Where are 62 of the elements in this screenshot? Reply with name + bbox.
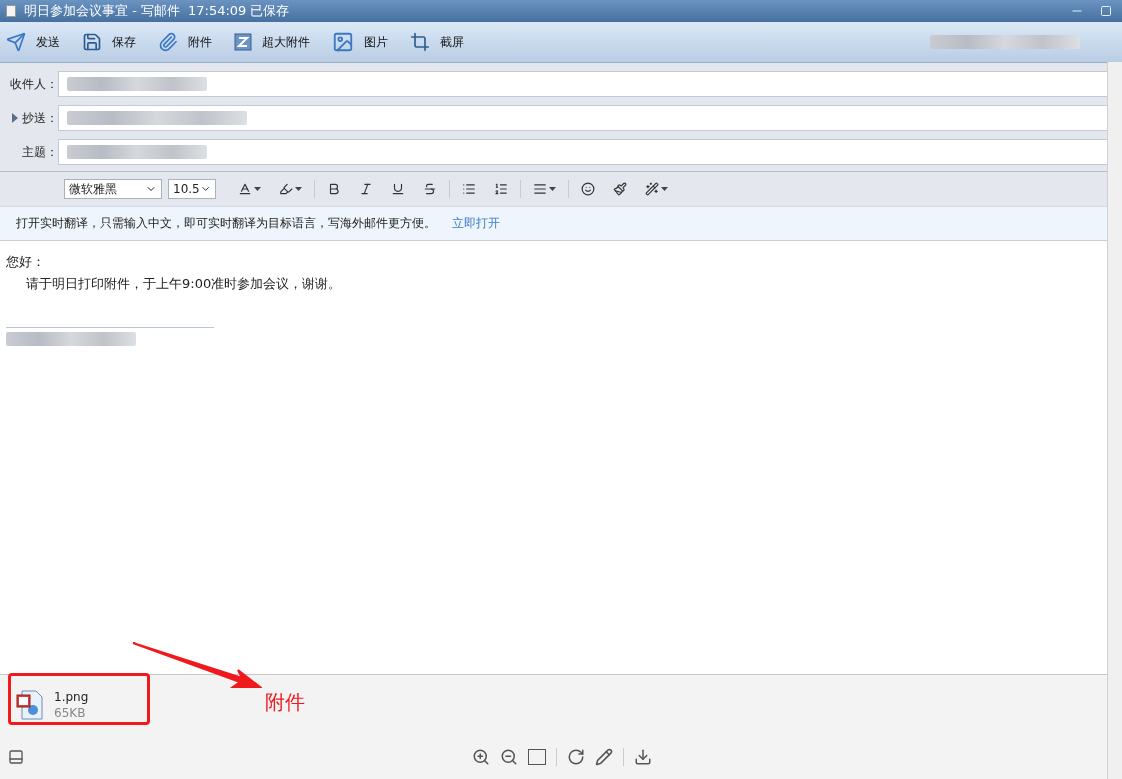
z-square-icon [234, 33, 252, 51]
toolbar-button[interactable]: 保存 [82, 32, 136, 52]
caret-icon [549, 187, 556, 191]
download-button[interactable] [634, 748, 652, 766]
window-title: 明日参加会议事宜 - 写邮件 [24, 2, 180, 20]
underline-icon [391, 182, 405, 196]
bold-icon [327, 182, 341, 196]
highlighter-icon [279, 182, 293, 196]
picture-icon [332, 31, 354, 53]
toolbar-button[interactable]: 截屏 [410, 32, 464, 52]
toolbar-button[interactable]: 附件 [158, 32, 212, 52]
brush-icon [613, 182, 627, 196]
magic-wand-icon [645, 182, 659, 196]
italic-icon [359, 182, 373, 196]
panel-icon[interactable] [8, 749, 24, 765]
rotate-icon [567, 748, 585, 766]
file-size: 65KB [54, 706, 87, 720]
paperclip-icon [158, 32, 178, 52]
rotate-button[interactable] [567, 748, 585, 766]
expand-triangle-icon[interactable] [12, 113, 18, 123]
zoom-out-icon [500, 748, 518, 766]
field-label: 收件人： [10, 75, 58, 93]
align-icon [533, 182, 547, 196]
paper-plane-icon [6, 32, 26, 52]
size-select[interactable]: 10.5 [168, 179, 216, 199]
text-color-icon [238, 182, 252, 196]
strikethrough-icon [423, 182, 437, 196]
image-file-icon [14, 689, 46, 721]
scrollbar[interactable] [1107, 62, 1122, 779]
pencil-button[interactable] [595, 748, 613, 766]
font-select[interactable]: 微软雅黑 [64, 179, 162, 199]
input-field[interactable] [58, 105, 1108, 131]
file-name[interactable]: 1.png [54, 690, 89, 704]
crop-icon [410, 32, 430, 52]
field-label: 抄送： [22, 109, 58, 127]
pencil-icon [595, 748, 613, 766]
translate-hint: 打开实时翻译，只需输入中文，即可实时翻译为目标语言，写海外邮件更方便。 [16, 215, 436, 232]
bullet-list-icon [462, 182, 476, 196]
numbered-list-icon [494, 182, 508, 196]
input-field[interactable] [58, 71, 1108, 97]
zoom-in-icon [472, 748, 490, 766]
annotation-text: 附件 [265, 689, 305, 716]
greeting-text: 您好： [6, 253, 46, 271]
download-icon [634, 748, 652, 766]
message-text: 请于明日打印附件，于上午9:00准时参加会议，谢谢。 [25, 275, 343, 293]
square-icon [528, 749, 546, 765]
field-label: 主题： [22, 143, 58, 161]
zoom-in-button[interactable] [472, 748, 490, 766]
save-status: 17:54:09 已保存 [187, 2, 290, 20]
smiley-icon [581, 182, 595, 196]
document-icon [6, 5, 16, 17]
toolbar-button[interactable]: 图片 [332, 31, 388, 53]
zoom-out-button[interactable] [500, 748, 518, 766]
enable-link[interactable]: 立即打开 [452, 215, 500, 232]
caret-icon [254, 187, 261, 191]
toolbar-button[interactable]: 发送 [6, 32, 60, 52]
caret-icon [661, 187, 668, 191]
caret-icon [295, 187, 302, 191]
actual-size-button[interactable] [528, 749, 546, 765]
toolbar-button[interactable]: 超大附件 [234, 33, 310, 51]
maximize-icon [1100, 5, 1112, 17]
input-field[interactable] [58, 139, 1108, 165]
